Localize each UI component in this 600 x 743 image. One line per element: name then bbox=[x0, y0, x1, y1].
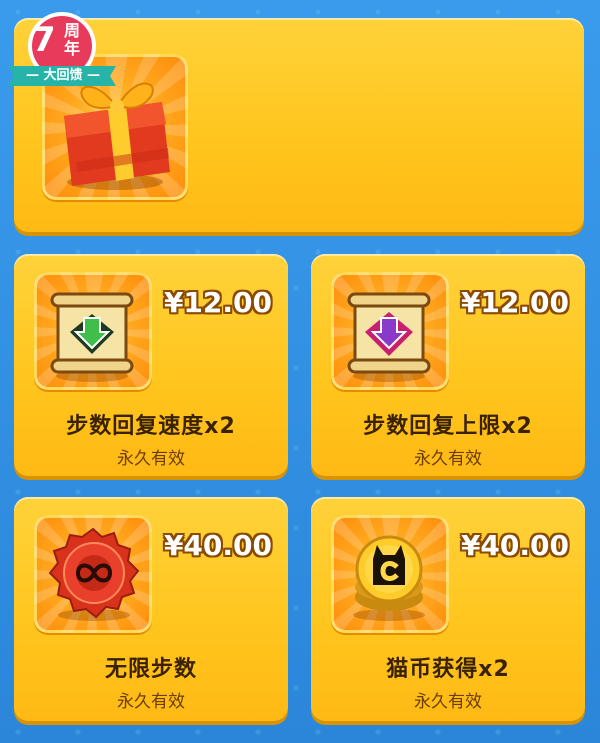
item-icon-box bbox=[331, 272, 449, 390]
item-subtitle: 永久有效 bbox=[414, 449, 482, 469]
price-label: ¥40.00 bbox=[460, 529, 569, 562]
green-arrow-scroll-icon bbox=[50, 292, 134, 382]
badge-ribbon-text: — 大回馈 — bbox=[25, 68, 101, 83]
item-title: 步数回复上限x2 bbox=[363, 414, 533, 439]
item-subtitle: 永久有效 bbox=[414, 692, 482, 712]
item-subtitle: 永久有效 bbox=[117, 449, 185, 469]
item-icon-box bbox=[34, 515, 152, 633]
cat-coin-icon bbox=[353, 535, 425, 621]
anniversary-badge: 7 周 年 — 大回馈 — bbox=[4, 8, 124, 96]
purple-arrow-scroll-icon bbox=[347, 292, 431, 382]
item-card-step-recovery-cap[interactable]: ¥12.00 步数回复上限x2 永久有效 bbox=[311, 254, 585, 476]
item-title: 猫币获得x2 bbox=[386, 657, 510, 682]
item-card-step-recovery-speed[interactable]: ¥12.00 步数回复速度x2 永久有效 bbox=[14, 254, 288, 476]
infinity-seal-icon bbox=[48, 527, 140, 621]
badge-mid-text: 年 bbox=[64, 39, 81, 58]
badge-top-text: 周 bbox=[64, 21, 81, 40]
item-title: 无限步数 bbox=[104, 657, 197, 682]
price-label: ¥40.00 bbox=[163, 529, 272, 562]
item-subtitle: 永久有效 bbox=[117, 692, 185, 712]
badge-number: 7 bbox=[32, 20, 56, 60]
item-card-unlimited-steps[interactable]: ¥40.00 无限步数 永久有效 bbox=[14, 497, 288, 721]
price-label: ¥12.00 bbox=[163, 286, 272, 319]
item-icon-box bbox=[34, 272, 152, 390]
item-icon-box bbox=[331, 515, 449, 633]
item-card-cat-coin-double[interactable]: ¥40.00 猫币获得x2 永久有效 bbox=[311, 497, 585, 721]
item-title: 步数回复速度x2 bbox=[66, 414, 236, 439]
price-label: ¥12.00 bbox=[460, 286, 569, 319]
